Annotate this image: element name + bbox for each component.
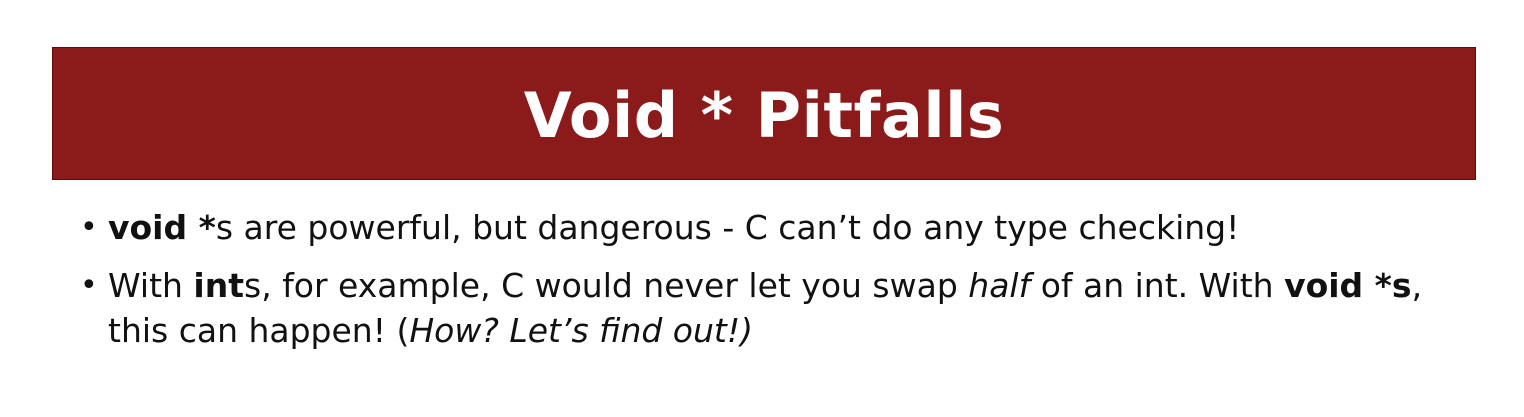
bullet-item: • With ints, for example, C would never l… xyxy=(80,263,1480,353)
bullet-text-bold: int xyxy=(193,266,245,305)
title-bar: Void * Pitfalls xyxy=(52,47,1476,180)
bullet-marker: • xyxy=(80,210,98,245)
bullet-text: With xyxy=(108,266,194,305)
bullet-text-italic: How? Let’s find out!) xyxy=(409,311,753,350)
bullet-item: • void *s are powerful, but dangerous - C… xyxy=(80,205,1480,250)
bullet-marker: • xyxy=(80,268,98,303)
bullet-text-bold: void * xyxy=(108,208,216,247)
bullet-text: of an int. With xyxy=(1030,266,1285,305)
slide-title: Void * Pitfalls xyxy=(523,78,1005,152)
bullet-text-bold: void *s xyxy=(1284,266,1412,305)
bullet-text: s, for example, C would never let you sw… xyxy=(244,266,969,305)
bullet-list: • void *s are powerful, but dangerous - C… xyxy=(80,205,1480,366)
bullet-text-italic: half xyxy=(968,266,1031,305)
bullet-text: s are powerful, but dangerous - C can’t … xyxy=(215,208,1240,247)
